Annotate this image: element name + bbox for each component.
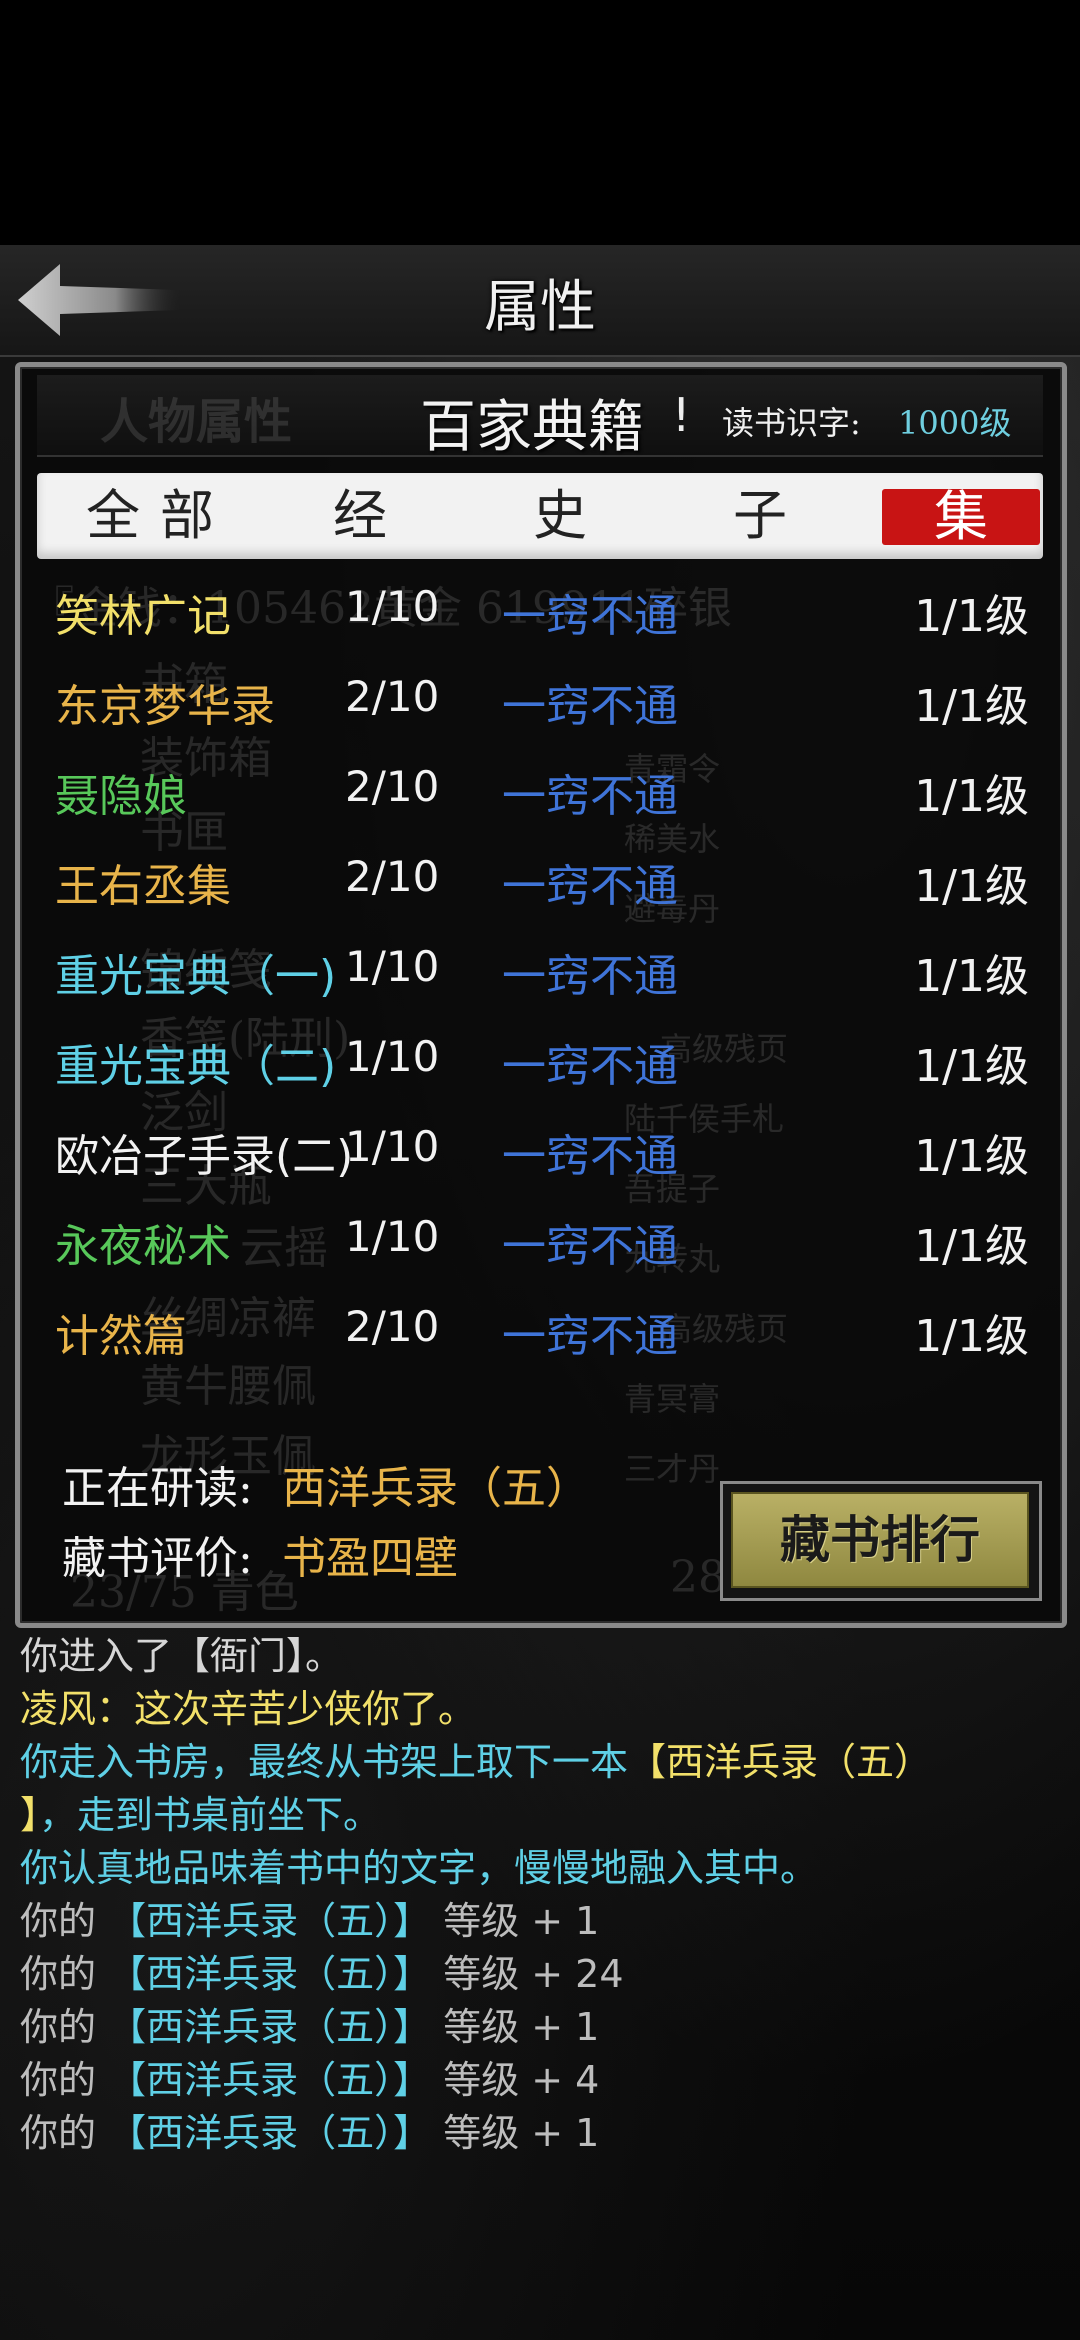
log-line: 凌风：这次辛苦少侠你了。 — [20, 1683, 1065, 1736]
log-text: 【西洋兵录（五） — [628, 1740, 933, 1784]
book-row[interactable]: 笑林广记 1/10 一窍不通 1/1级 — [37, 566, 1043, 656]
book-status: 一窍不通 — [502, 681, 678, 732]
log-text: 等级 + 1 — [431, 2111, 600, 2155]
log-text: 【西洋兵录（五）】 — [108, 1899, 432, 1943]
log-text: 你的 — [20, 2005, 109, 2049]
book-progress: 1/10 — [345, 582, 440, 631]
log-line: 你的 【西洋兵录（五）】 等级 + 1 — [20, 2001, 1065, 2054]
rating-value: 书盈四壁 — [282, 1533, 458, 1584]
book-name: 笑林广记 — [55, 591, 231, 642]
book-name: 计然篇 — [55, 1311, 187, 1362]
log-text: 【西洋兵录（五）】 — [108, 2005, 432, 2049]
log-text: 等级 + 1 — [431, 1899, 600, 1943]
log-text: ，走到书桌前坐下。 — [39, 1793, 382, 1837]
book-row[interactable]: 聂隐娘 2/10 一窍不通 1/1级 — [37, 746, 1043, 836]
book-level: 1/1级 — [914, 1131, 1029, 1182]
book-progress: 2/10 — [345, 1302, 440, 1351]
book-name: 重光宝典（二) — [55, 1041, 337, 1092]
tab-jing[interactable]: 经 — [320, 473, 400, 559]
log-line: 你的 【西洋兵录（五）】 等级 + 24 — [20, 1948, 1065, 2001]
book-progress: 1/10 — [345, 1122, 440, 1171]
log-text: 你的 — [20, 2111, 109, 2155]
book-level: 1/1级 — [914, 1041, 1029, 1092]
log-line: 你认真地品味着书中的文字，慢慢地融入其中。 — [20, 1842, 1065, 1895]
book-row[interactable]: 重光宝典（二) 1/10 一窍不通 1/1级 — [37, 1016, 1043, 1106]
log-text: 等级 + 1 — [431, 2005, 600, 2049]
tab-ji[interactable]: 集 — [882, 489, 1040, 545]
log-line: 你进入了【衙门】。 — [20, 1630, 1065, 1683]
ghost-text: 三才丹 — [624, 1450, 721, 1488]
log-text: 你的 — [20, 1899, 109, 1943]
book-name: 欧冶子手录(二) — [55, 1131, 354, 1182]
book-row[interactable]: 计然篇 2/10 一窍不通 1/1级 — [37, 1286, 1043, 1376]
log-text: 】 — [20, 1793, 40, 1837]
page-title: 属性 — [484, 275, 596, 340]
book-row[interactable]: 永夜秘术 1/10 一窍不通 1/1级 — [37, 1196, 1043, 1286]
literacy-value: 1000级 — [898, 404, 1012, 442]
book-name: 东京梦华录 — [55, 681, 275, 732]
book-row[interactable]: 东京梦华录 2/10 一窍不通 1/1级 — [37, 656, 1043, 746]
log-line: 你的 【西洋兵录（五）】 等级 + 1 — [20, 2107, 1065, 2160]
book-level: 1/1级 — [914, 591, 1029, 642]
book-name: 永夜秘术 — [55, 1221, 231, 1272]
log-text: 【西洋兵录（五）】 — [108, 2111, 432, 2155]
exclamation-icon[interactable]: ! — [672, 388, 690, 442]
ghost-text: 青冥膏 — [624, 1380, 721, 1418]
log-line: 】，走到书桌前坐下。 — [20, 1789, 1065, 1842]
log-text: 等级 + 4 — [431, 2058, 600, 2102]
log-text: 【西洋兵录（五）】 — [108, 2058, 432, 2102]
collection-ranking-button[interactable]: 藏书排行 — [720, 1481, 1042, 1601]
log-text: 你进入了【衙门】。 — [20, 1634, 344, 1678]
log-text: 你认真地品味着书中的文字，慢慢地融入其中。 — [20, 1846, 819, 1890]
studying-book[interactable]: 西洋兵录（五） — [282, 1452, 590, 1516]
log-text: 【西洋兵录（五）】 — [108, 1952, 432, 1996]
book-status: 一窍不通 — [502, 861, 678, 912]
collection-ranking-label: 藏书排行 — [731, 1492, 1029, 1588]
book-status: 一窍不通 — [502, 591, 678, 642]
book-progress: 2/10 — [345, 672, 440, 721]
book-name: 聂隐娘 — [55, 771, 187, 822]
log-text: 等级 + 24 — [431, 1952, 624, 1996]
book-progress: 2/10 — [345, 762, 440, 811]
book-row[interactable]: 重光宝典（一) 1/10 一窍不通 1/1级 — [37, 926, 1043, 1016]
book-level: 1/1级 — [914, 861, 1029, 912]
book-level: 1/1级 — [914, 681, 1029, 732]
book-status: 一窍不通 — [502, 771, 678, 822]
ghost-header-text: 人物属性 — [100, 394, 293, 450]
book-status: 一窍不通 — [502, 1041, 678, 1092]
tab-shi[interactable]: 史 — [520, 473, 600, 559]
log-text: 你走入书房，最终从书架上取下一本 — [20, 1740, 629, 1784]
studying-label: 正在研读: — [62, 1463, 253, 1514]
log-line: 你走入书房，最终从书架上取下一本【西洋兵录（五） — [20, 1736, 1065, 1789]
log-text: 你的 — [20, 1952, 109, 1996]
log-line: 你的 【西洋兵录（五）】 等级 + 4 — [20, 2054, 1065, 2107]
book-level: 1/1级 — [914, 951, 1029, 1002]
rating-label: 藏书评价: — [62, 1533, 253, 1584]
book-row[interactable]: 王右丞集 2/10 一窍不通 1/1级 — [37, 836, 1043, 926]
book-status: 一窍不通 — [502, 1311, 678, 1362]
book-row[interactable]: 欧冶子手录(二) 1/10 一窍不通 1/1级 — [37, 1106, 1043, 1196]
book-progress: 2/10 — [345, 852, 440, 901]
literacy-label: 读书识字: — [722, 404, 861, 442]
log-text: 你的 — [20, 2058, 109, 2102]
book-progress: 1/10 — [345, 1032, 440, 1081]
book-level: 1/1级 — [914, 1221, 1029, 1272]
book-level: 1/1级 — [914, 1311, 1029, 1362]
book-progress: 1/10 — [345, 942, 440, 991]
tab-zi[interactable]: 子 — [720, 473, 800, 559]
log-line: 你的 【西洋兵录（五）】 等级 + 1 — [20, 1895, 1065, 1948]
message-log: 你进入了【衙门】。 凌风：这次辛苦少侠你了。 你走入书房，最终从书架上取下一本【… — [20, 1630, 1065, 2160]
tab-all[interactable]: 全部 — [75, 473, 245, 559]
section-title: 百家典籍 — [420, 395, 644, 460]
book-name: 王右丞集 — [55, 861, 231, 912]
ghost-text: 28 — [670, 1552, 726, 1603]
book-status: 一窍不通 — [502, 1131, 678, 1182]
book-level: 1/1级 — [914, 771, 1029, 822]
log-text: 凌风：这次辛苦少侠你了。 — [20, 1687, 477, 1731]
book-name: 重光宝典（一) — [55, 951, 337, 1002]
book-status: 一窍不通 — [502, 1221, 678, 1272]
book-status: 一窍不通 — [502, 951, 678, 1002]
book-progress: 1/10 — [345, 1212, 440, 1261]
